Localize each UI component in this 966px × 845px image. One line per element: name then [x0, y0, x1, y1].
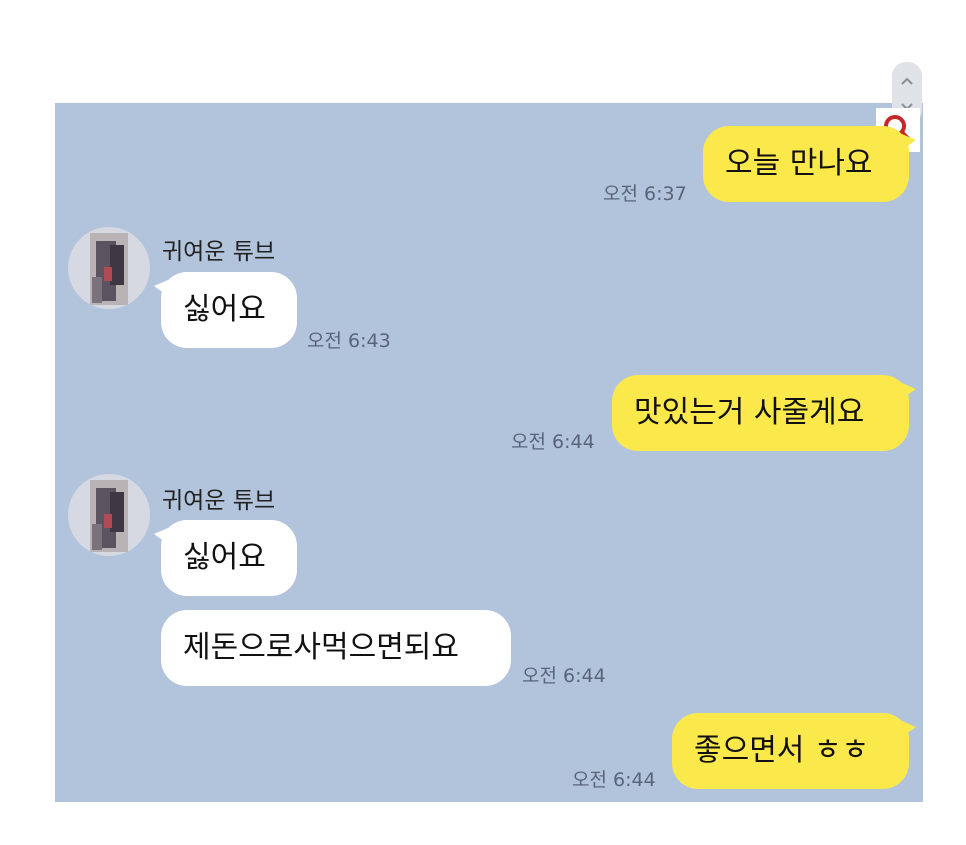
message-time: 오전 6:44	[572, 769, 656, 791]
message-time: 오전 6:37	[603, 183, 687, 205]
sender-name: 귀여운 튜브	[162, 239, 276, 265]
message-bubble-mine[interactable]: 맛있는거 사줄게요	[612, 375, 916, 451]
message-text: 오늘 만나요	[725, 146, 873, 181]
message-text: 싫어요	[183, 292, 266, 327]
sender-name: 귀여운 튜브	[162, 488, 276, 514]
message-bubble-mine[interactable]: 오늘 만나요	[703, 126, 916, 202]
avatar[interactable]	[68, 227, 150, 309]
chevron-up-icon[interactable]	[892, 74, 922, 90]
message-bubble-theirs[interactable]: 제돈으로사먹으면되요	[161, 610, 511, 686]
message-bubble-theirs[interactable]: 싫어요	[154, 272, 297, 348]
message-time: 오전 6:44	[511, 431, 595, 453]
message-text: 맛있는거 사줄게요	[634, 395, 865, 430]
chat-area	[55, 103, 923, 802]
message-text: 제돈으로사먹으면되요	[183, 630, 459, 665]
message-time: 오전 6:44	[522, 665, 606, 687]
message-text: 싫어요	[183, 540, 266, 575]
message-bubble-theirs[interactable]: 싫어요	[154, 520, 297, 596]
message-time: 오전 6:43	[307, 330, 391, 352]
message-text: 좋으면서 ㅎㅎ	[694, 733, 870, 768]
avatar[interactable]	[68, 474, 150, 556]
message-bubble-mine[interactable]: 좋으면서 ㅎㅎ	[672, 713, 916, 789]
